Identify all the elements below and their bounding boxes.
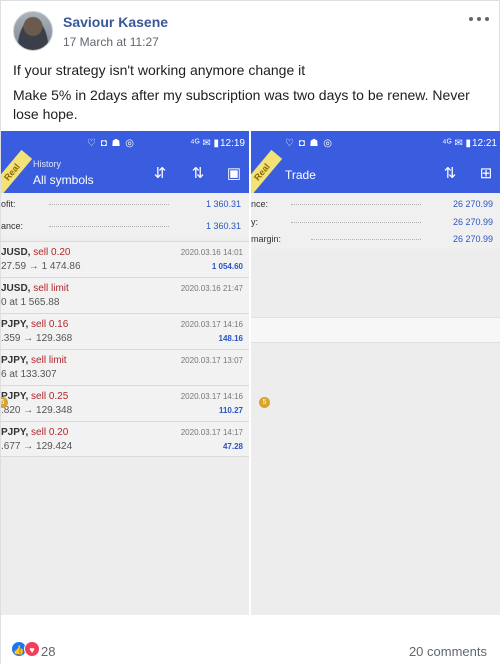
trade-row: PJPY, sell limit 6 at 133.307 2020.03.17… — [1, 349, 249, 385]
more-options-icon[interactable] — [469, 13, 489, 25]
trade-price: 0 at 1 565.88 — [1, 297, 60, 308]
trade-list: JUSD, sell 0.20 27.59 → 1 474.86 2020.03… — [1, 241, 249, 457]
trade-date: 2020.03.17 13:07 — [180, 356, 243, 365]
post-text-line-2: Make 5% in 2days after my subscription w… — [13, 87, 470, 122]
app-bar: Real History All symbols ⇵ ⇅ ▣ — [1, 149, 249, 195]
trade-row: PJPY, sell 0.25 .820 → 129.348 2020.03.1… — [1, 385, 249, 421]
history-screenshot: ♡ ◘ ☗ ◎ ⁴ᴳ ✉ ▮ 12:19 Real History All sy… — [1, 131, 249, 615]
trade-row: JUSD, sell limit 0 at 1 565.88 2020.03.1… — [1, 277, 249, 313]
trade-profit: 148.16 — [218, 334, 243, 343]
trade-type: sell 0.25 — [31, 391, 69, 402]
summary-row: ance: 1 360.31 — [1, 215, 249, 237]
summary-label: ance: — [1, 221, 24, 231]
facebook-post: Saviour Kasene 17 March at 11:27 If your… — [0, 0, 500, 664]
summary-row: ofit: 1 360.31 — [1, 193, 249, 215]
trade-symbol: JUSD, — [1, 247, 34, 258]
trade-summary: nce: 26 270.99 y: 26 270.99 margin: 26 2… — [251, 193, 500, 249]
signal-icons: ⁴ᴳ ✉ ▮ — [190, 138, 219, 149]
trade-price: 27.59 → 1 474.86 — [1, 261, 81, 272]
trade-date: 2020.03.16 21:47 — [180, 284, 243, 293]
summary-label: y: — [251, 217, 259, 227]
real-account-ribbon: Real — [1, 149, 33, 195]
trade-symbol: PJPY, — [1, 355, 32, 366]
trade-type: sell limit — [31, 355, 67, 366]
status-time: 12:21 — [471, 138, 497, 149]
reaction-count[interactable]: 28 — [41, 644, 55, 659]
status-time: 12:19 — [219, 138, 245, 149]
status-bar: ♡ ◘ ☗ ◎ ⁴ᴳ ✉ ▮ 12:21 — [251, 131, 500, 157]
status-icons: ♡ ◘ ☗ ◎ — [87, 138, 136, 149]
summary-row: y: 26 270.99 — [251, 215, 500, 231]
trade-profit: 110.27 — [218, 406, 243, 415]
trade-screenshot: ♡ ◘ ☗ ◎ ⁴ᴳ ✉ ▮ 12:21 Real Trade ⇅ ⊞ nce:… — [251, 131, 500, 615]
currency-filter-icon: ⇵ — [153, 165, 167, 182]
comments-count[interactable]: 20 comments — [409, 644, 487, 659]
post-image[interactable]: ♡ ◘ ☗ ◎ ⁴ᴳ ✉ ▮ 12:19 Real History All sy… — [1, 131, 500, 615]
summary-label: margin: — [251, 234, 282, 244]
calendar-icon: ▣ — [226, 165, 242, 182]
post-text-line-1: If your strategy isn't working anymore c… — [13, 62, 306, 78]
summary-row: nce: 26 270.99 — [251, 193, 500, 215]
trade-symbol: PJPY, — [1, 427, 32, 438]
trade-date: 2020.03.17 14:16 — [180, 392, 243, 401]
summary-value: 1 360.31 — [205, 221, 241, 231]
history-summary: ofit: 1 360.31 ance: 1 360.31 — [1, 193, 249, 237]
avatar[interactable] — [13, 11, 53, 51]
trade-row: PJPY, sell 0.20 .677 → 129.424 2020.03.1… — [1, 421, 249, 457]
trade-type: sell 0.20 — [31, 427, 69, 438]
trade-date: 2020.03.17 14:16 — [180, 320, 243, 329]
trade-type: sell limit — [33, 283, 69, 294]
trade-symbol: JUSD, — [1, 283, 34, 294]
trade-type: sell 0.16 — [31, 319, 69, 330]
trade-date: 2020.03.17 14:17 — [180, 428, 243, 437]
app-bar: Real Trade ⇅ ⊞ — [251, 149, 500, 195]
trade-price: .677 → 129.424 — [1, 441, 73, 452]
status-icons: ♡ ◘ ☗ ◎ — [285, 138, 334, 149]
notification-badge: 5 — [259, 397, 270, 408]
author-name[interactable]: Saviour Kasene — [63, 14, 168, 30]
love-icon: ♥ — [24, 641, 40, 657]
summary-value: 26 270.99 — [452, 217, 493, 227]
trade-price: 6 at 133.307 — [1, 369, 57, 380]
signal-icons: ⁴ᴳ ✉ ▮ — [442, 138, 471, 149]
trade-profit: 47.28 — [222, 442, 243, 451]
trade-type: sell 0.20 — [33, 247, 71, 258]
summary-label: nce: — [251, 199, 269, 209]
trade-profit: 1 054.60 — [211, 262, 243, 271]
position-row-highlight — [251, 317, 500, 343]
trade-row: PJPY, sell 0.16 .359 → 129.368 2020.03.1… — [1, 313, 249, 349]
appbar-subtitle: History — [33, 159, 62, 169]
summary-label: ofit: — [1, 199, 16, 209]
real-account-ribbon: Real — [251, 149, 283, 195]
status-bar: ♡ ◘ ☗ ◎ ⁴ᴳ ✉ ▮ 12:19 — [1, 131, 249, 157]
trade-symbol: PJPY, — [1, 319, 32, 330]
post-timestamp[interactable]: 17 March at 11:27 — [63, 35, 159, 49]
summary-row: margin: 26 270.99 — [251, 231, 500, 249]
trade-row: JUSD, sell 0.20 27.59 → 1 474.86 2020.03… — [1, 241, 249, 277]
sort-icon: ⇅ — [191, 165, 205, 182]
new-order-icon: ⊞ — [479, 165, 493, 182]
sort-icon: ⇅ — [443, 165, 457, 182]
summary-value: 1 360.31 — [205, 199, 241, 209]
post-footer: 👍 ♥ 28 20 comments — [1, 615, 500, 664]
appbar-title: Trade — [285, 168, 316, 182]
trade-date: 2020.03.16 14:01 — [180, 248, 243, 257]
trade-price: .359 → 129.368 — [1, 333, 73, 344]
summary-value: 26 270.99 — [452, 234, 493, 244]
appbar-title: All symbols — [33, 173, 94, 187]
summary-value: 26 270.99 — [452, 199, 493, 209]
trade-price: .820 → 129.348 — [1, 405, 73, 416]
post-header: Saviour Kasene 17 March at 11:27 — [13, 11, 489, 51]
